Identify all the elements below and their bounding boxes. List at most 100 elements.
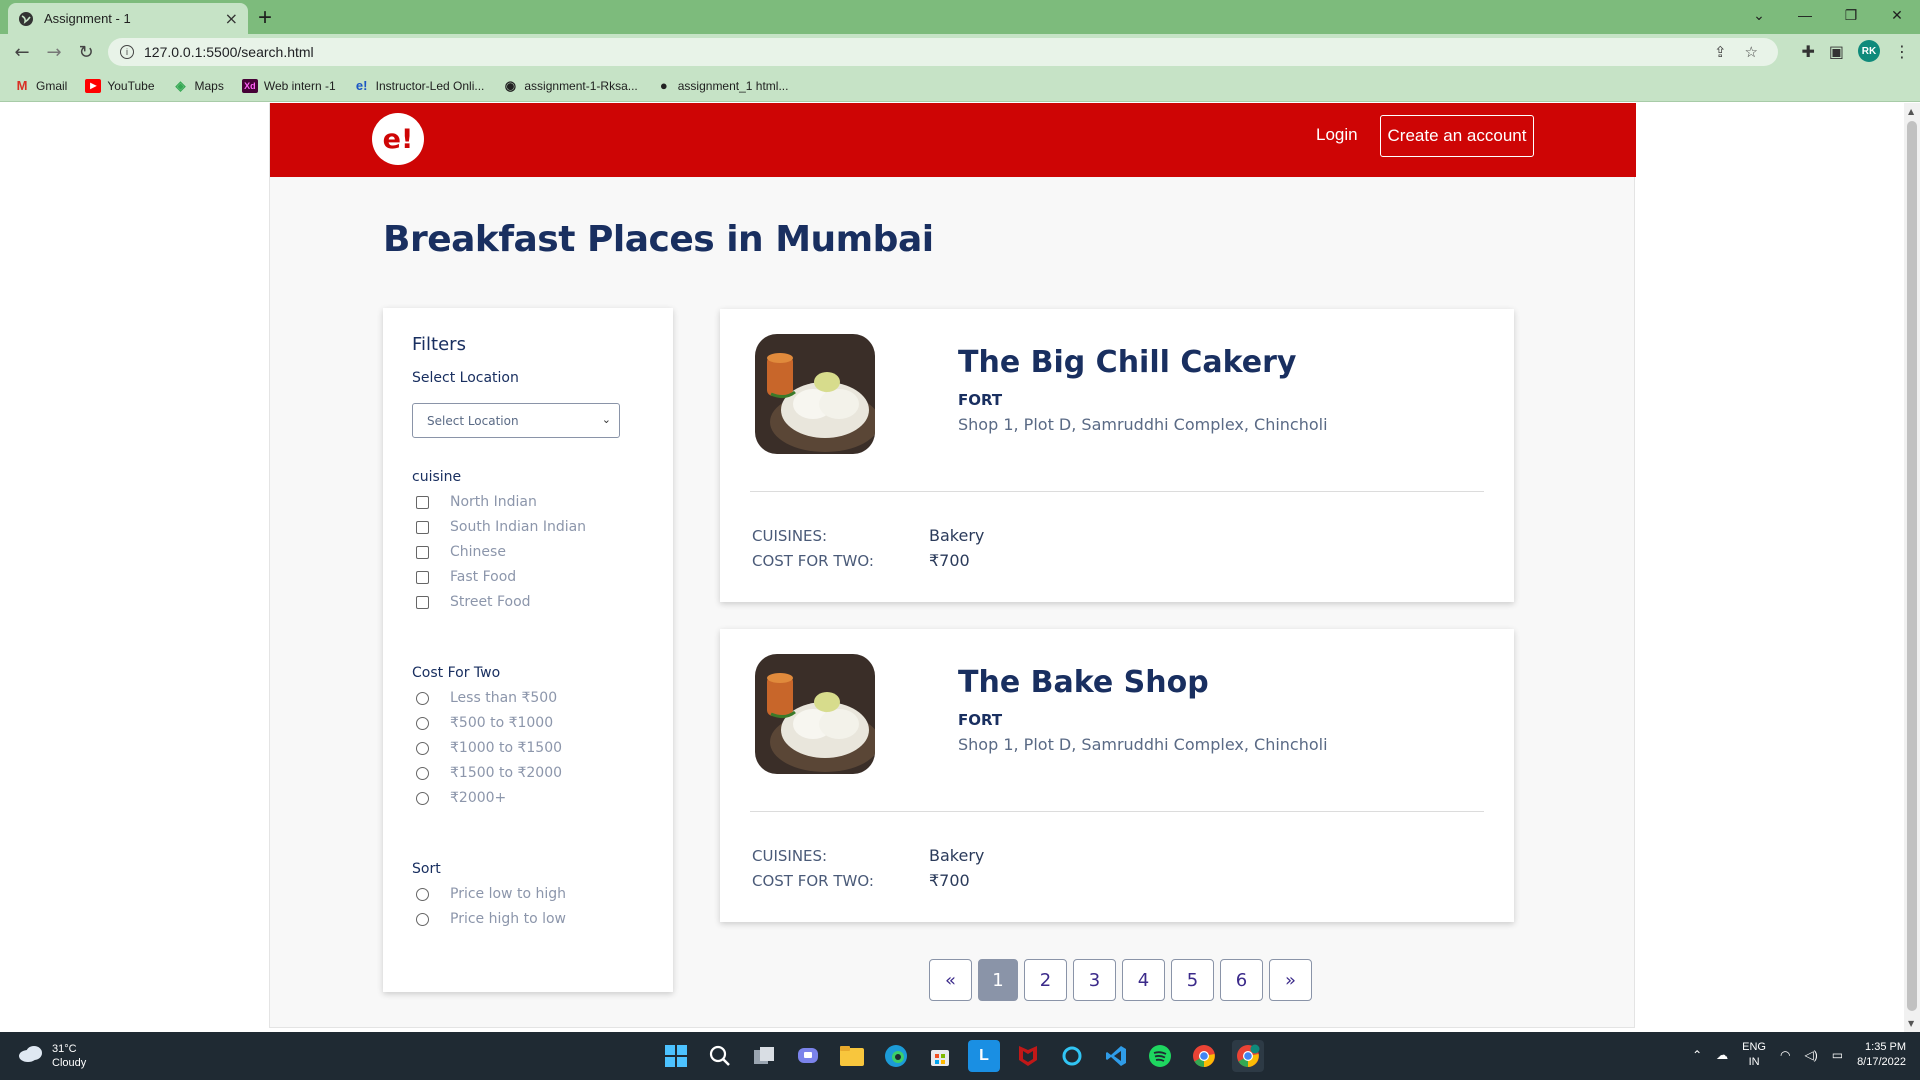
pagination-page-2[interactable]: 2 [1024, 959, 1067, 1001]
option-label: Price low to high [450, 886, 566, 902]
bookmark-assignment-html[interactable]: ● assignment_1 html... [656, 78, 789, 93]
cuisine-option[interactable]: Street Food [416, 594, 531, 610]
cuisine-option[interactable]: North Indian [416, 494, 537, 510]
site-logo[interactable]: e! [372, 113, 424, 165]
onedrive-icon[interactable]: ☁ [1716, 1048, 1728, 1062]
checkbox[interactable] [416, 520, 429, 534]
cost-option[interactable]: ₹1500 to ₹2000 [416, 765, 562, 781]
edge-icon[interactable] [880, 1040, 912, 1072]
checkbox[interactable] [416, 570, 429, 584]
bookmark-gmail[interactable]: M Gmail [14, 78, 68, 93]
reload-icon[interactable]: ↻ [74, 40, 98, 64]
site-info-icon[interactable]: i [120, 45, 134, 59]
region-code: IN [1748, 1056, 1760, 1068]
restaurant-address: Shop 1, Plot D, Samruddhi Complex, Chinc… [958, 735, 1328, 754]
scroll-thumb[interactable] [1907, 121, 1917, 1011]
bookmark-youtube[interactable]: ▶ YouTube [85, 78, 155, 93]
restaurant-name[interactable]: The Big Chill Cakery [958, 345, 1296, 380]
bookmark-instructor-led[interactable]: e! Instructor-Led Onli... [354, 78, 485, 93]
windows-start-icon[interactable] [660, 1040, 692, 1072]
radio[interactable] [416, 887, 429, 901]
battery-icon[interactable]: ▭ [1832, 1048, 1843, 1062]
back-icon[interactable]: ← [10, 40, 34, 64]
sort-option[interactable]: Price low to high [416, 886, 566, 902]
create-account-button[interactable]: Create an account [1380, 115, 1534, 157]
bookmark-star-icon[interactable]: ☆ [1745, 43, 1758, 61]
cost-option[interactable]: Less than ₹500 [416, 690, 557, 706]
new-tab-button[interactable]: + [258, 4, 272, 32]
location-select[interactable]: Select Location ⌄ [412, 403, 620, 438]
bookmark-assignment-github[interactable]: ◉ assignment-1-Rksa... [502, 78, 638, 93]
pagination-next[interactable]: » [1269, 959, 1312, 1001]
scroll-up-icon[interactable]: ▲ [1908, 107, 1914, 116]
bookmark-web-intern[interactable]: Xd Web intern -1 [241, 78, 336, 93]
cost-option[interactable]: ₹500 to ₹1000 [416, 715, 553, 731]
address-bar[interactable]: i 127.0.0.1:5500/search.html ⇪ ☆ [108, 38, 1778, 66]
radio[interactable] [416, 766, 429, 780]
l-app-icon[interactable]: L [968, 1040, 1000, 1072]
pagination-page-1[interactable]: 1 [978, 959, 1018, 1001]
checkbox[interactable] [416, 495, 429, 509]
cost-label: Cost For Two [412, 665, 501, 681]
pagination-page-5[interactable]: 5 [1171, 959, 1214, 1001]
task-view-icon[interactable] [748, 1040, 780, 1072]
wifi-icon[interactable]: ◠ [1780, 1048, 1790, 1062]
radio[interactable] [416, 791, 429, 805]
microsoft-store-icon[interactable] [924, 1040, 956, 1072]
radio[interactable] [416, 741, 429, 755]
restaurant-card[interactable]: The Bake Shop FORT Shop 1, Plot D, Samru… [720, 629, 1514, 922]
menu-kebab-icon[interactable]: ⋮ [1894, 42, 1910, 61]
side-panel-icon[interactable]: ▣ [1829, 42, 1844, 61]
tab-close-icon[interactable]: × [225, 9, 238, 28]
chrome-icon[interactable] [1188, 1040, 1220, 1072]
teams-chat-icon[interactable] [792, 1040, 824, 1072]
volume-icon[interactable]: ◁) [1804, 1048, 1817, 1062]
pagination-page-6[interactable]: 6 [1220, 959, 1263, 1001]
close-window-icon[interactable]: ✕ [1874, 0, 1920, 30]
profile-avatar[interactable]: RK [1858, 40, 1880, 62]
cuisine-option[interactable]: Fast Food [416, 569, 516, 585]
show-hidden-icons-icon[interactable]: ⌃ [1692, 1048, 1702, 1062]
pagination-prev[interactable]: « [929, 959, 972, 1001]
checkbox[interactable] [416, 545, 429, 559]
share-icon[interactable]: ⇪ [1714, 43, 1727, 61]
bookmark-maps[interactable]: ◈ Maps [173, 78, 224, 93]
cortana-icon[interactable] [1056, 1040, 1088, 1072]
restaurant-card[interactable]: The Big Chill Cakery FORT Shop 1, Plot D… [720, 309, 1514, 602]
search-icon[interactable] [704, 1040, 736, 1072]
cuisine-option[interactable]: South Indian Indian [416, 519, 586, 535]
pagination-page-3[interactable]: 3 [1073, 959, 1116, 1001]
language-indicator[interactable]: ENG IN [1742, 1040, 1766, 1070]
file-explorer-icon[interactable] [836, 1040, 868, 1072]
extensions-icon[interactable]: ✚ [1801, 42, 1814, 61]
radio[interactable] [416, 716, 429, 730]
cost-option[interactable]: ₹1000 to ₹1500 [416, 740, 562, 756]
cuisine-option[interactable]: Chinese [416, 544, 506, 560]
pagination-page-4[interactable]: 4 [1122, 959, 1165, 1001]
site-header: e! Login Create an account [270, 103, 1636, 177]
forward-icon[interactable]: → [42, 40, 66, 64]
tab-search-icon[interactable]: ⌄ [1736, 0, 1782, 30]
spotify-icon[interactable] [1144, 1040, 1176, 1072]
page-title: Breakfast Places in Mumbai [383, 219, 934, 260]
restore-icon[interactable]: ❐ [1828, 0, 1874, 30]
radio[interactable] [416, 691, 429, 705]
restaurant-thumbnail[interactable] [755, 334, 875, 454]
sort-option[interactable]: Price high to low [416, 911, 566, 927]
chrome-profile-icon[interactable] [1232, 1040, 1264, 1072]
login-link[interactable]: Login [1316, 125, 1358, 145]
mcafee-icon[interactable] [1012, 1040, 1044, 1072]
scroll-down-icon[interactable]: ▼ [1908, 1019, 1914, 1028]
cost-option[interactable]: ₹2000+ [416, 790, 506, 806]
weather-widget[interactable]: 31°C Cloudy [18, 1042, 86, 1070]
clock[interactable]: 1:35 PM 8/17/2022 [1857, 1040, 1906, 1070]
vscode-icon[interactable] [1100, 1040, 1132, 1072]
restaurant-name[interactable]: The Bake Shop [958, 665, 1209, 700]
browser-tab[interactable]: Assignment - 1 × [8, 3, 248, 34]
page-scrollbar[interactable]: ▲ ▼ [1904, 103, 1920, 1032]
globe-icon [18, 11, 34, 27]
restaurant-thumbnail[interactable] [755, 654, 875, 774]
radio[interactable] [416, 912, 429, 926]
checkbox[interactable] [416, 595, 429, 609]
minimize-icon[interactable]: — [1782, 0, 1828, 30]
